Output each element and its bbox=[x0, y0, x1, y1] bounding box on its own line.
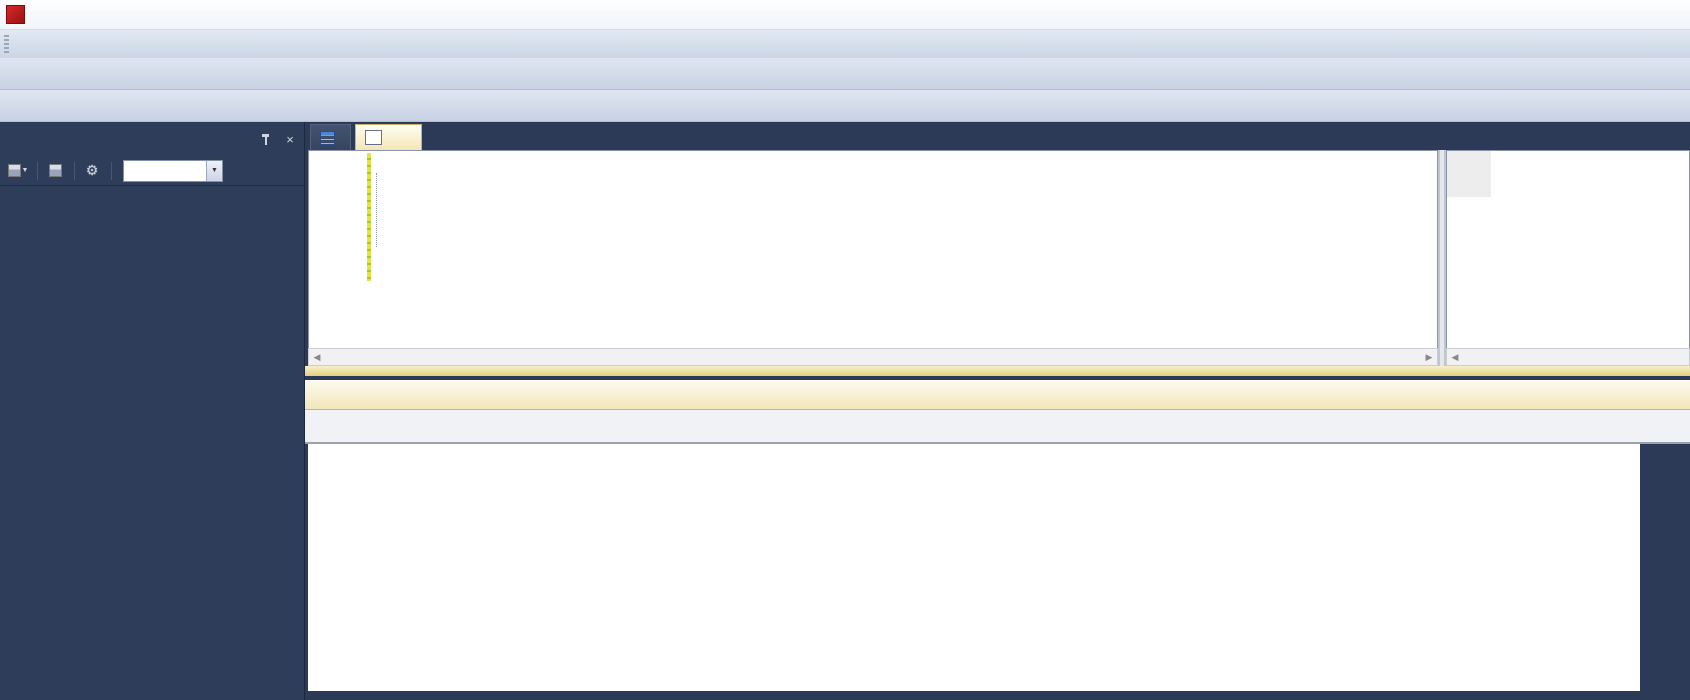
toolbar-separator bbox=[74, 162, 75, 180]
scroll-left-icon[interactable]: ◀ bbox=[1447, 352, 1463, 363]
label-editor-tab-icon bbox=[320, 131, 335, 145]
dock-accent-strip bbox=[305, 366, 1690, 376]
document-tabbar bbox=[306, 122, 1690, 150]
gx-works3-window: × ▼ ⚙ ▼ bbox=[0, 0, 1690, 700]
monitor-gutter bbox=[1447, 151, 1491, 197]
menu-grip[interactable] bbox=[4, 35, 9, 53]
editor-splitter[interactable] bbox=[1438, 150, 1446, 366]
monitor-value-pane bbox=[1446, 150, 1690, 348]
tree-collapse-icon[interactable] bbox=[43, 160, 67, 182]
dropdown-arrow-icon[interactable]: ▼ bbox=[206, 161, 222, 181]
navigation-toolbar: ▼ ⚙ ▼ bbox=[0, 156, 304, 186]
monitor-hscrollbar[interactable]: ◀ bbox=[1446, 348, 1690, 366]
close-panel-icon[interactable]: × bbox=[282, 132, 298, 148]
edit-indicator-stripe bbox=[367, 153, 371, 281]
title-bar bbox=[0, 0, 1690, 30]
settings-gear-icon[interactable]: ⚙ bbox=[80, 160, 104, 182]
tab-progpou-st-monitor[interactable] bbox=[355, 124, 422, 150]
tree-icon bbox=[8, 164, 21, 177]
editor-hscrollbar[interactable]: ◀ ▶ bbox=[308, 348, 1438, 366]
view-toolbar bbox=[0, 90, 1690, 122]
watch-table bbox=[308, 444, 1640, 691]
menu-bar bbox=[0, 30, 1690, 58]
tab-progpou-local-label[interactable] bbox=[310, 124, 351, 150]
navigation-panel: × ▼ ⚙ ▼ bbox=[0, 122, 305, 700]
app-logo-icon bbox=[6, 5, 25, 24]
st-code-editor[interactable] bbox=[308, 150, 1438, 348]
navigation-header: × bbox=[0, 128, 304, 152]
fold-guide-line bbox=[376, 173, 377, 247]
tree-display-mode-icon[interactable]: ▼ bbox=[6, 160, 30, 182]
dropdown-arrow-icon: ▼ bbox=[22, 167, 29, 174]
scroll-left-icon[interactable]: ◀ bbox=[309, 352, 325, 363]
watch-toolbar bbox=[305, 410, 1690, 444]
collapse-icon bbox=[49, 164, 62, 177]
workspace: × ▼ ⚙ ▼ bbox=[0, 122, 1690, 700]
main-toolbar bbox=[0, 58, 1690, 90]
scroll-right-icon[interactable]: ▶ bbox=[1421, 352, 1437, 363]
gear-icon: ⚙ bbox=[86, 162, 99, 179]
pin-icon[interactable] bbox=[258, 132, 274, 148]
toolbar-separator bbox=[111, 162, 112, 180]
st-program-icon bbox=[365, 130, 382, 145]
toolbar-separator bbox=[37, 162, 38, 180]
tree-filter-combo[interactable]: ▼ bbox=[123, 160, 223, 182]
watch-window-title bbox=[305, 380, 1690, 410]
